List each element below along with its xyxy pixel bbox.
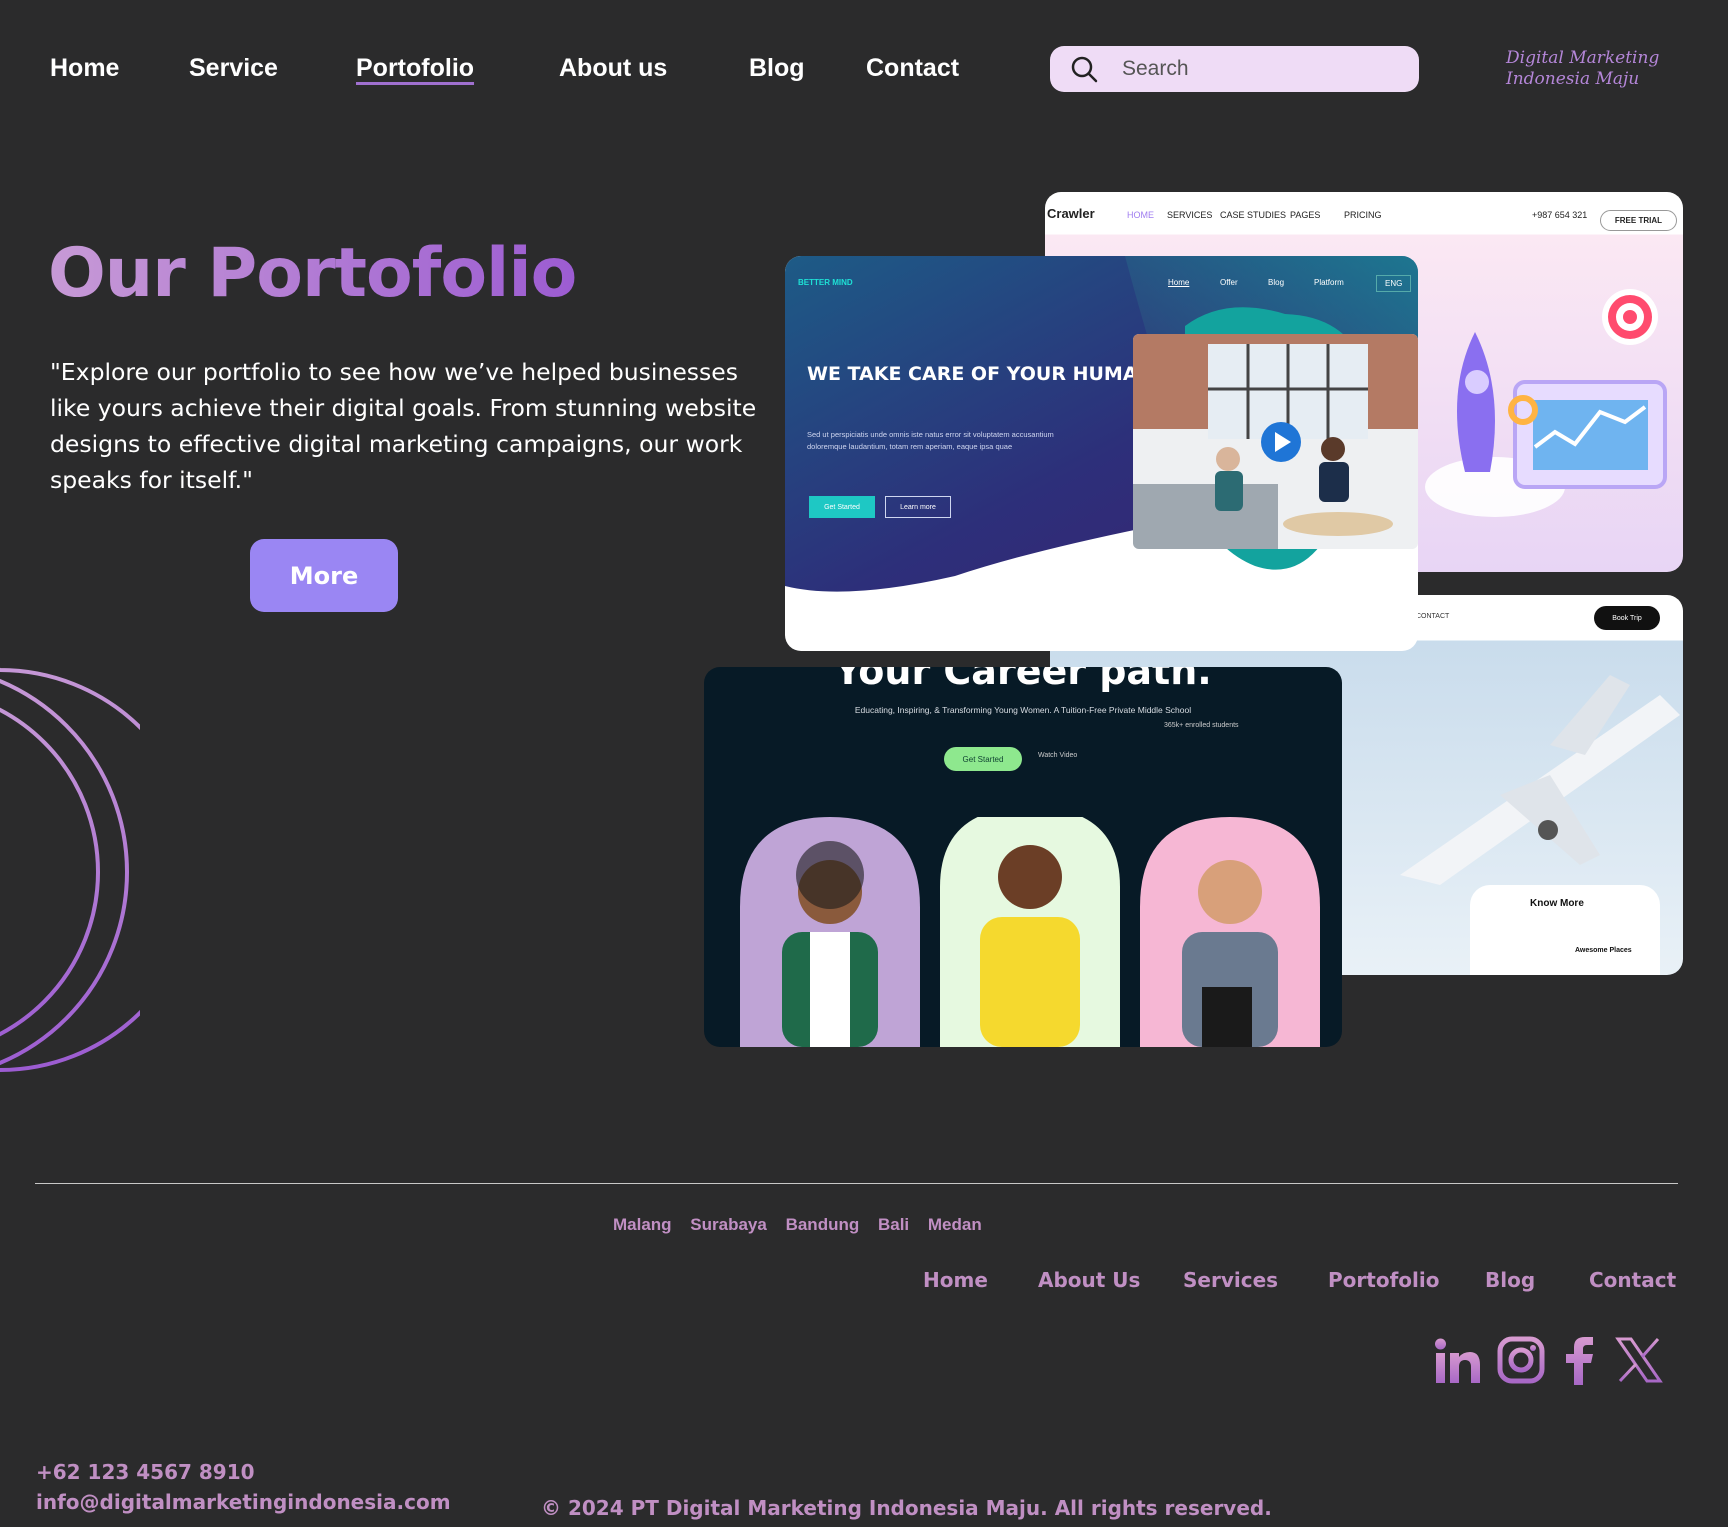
instagram-icon[interactable] — [1496, 1335, 1546, 1385]
crawler-brand: Crawler — [1047, 206, 1095, 221]
copyright: © 2024 PT Digital Marketing Indonesia Ma… — [541, 1496, 1272, 1520]
nav-service[interactable]: Service — [189, 54, 278, 83]
footer-link-contact[interactable]: Contact — [1589, 1268, 1676, 1292]
travel-contact-link: CONTACT — [1416, 613, 1450, 620]
footer-link-services[interactable]: Services — [1183, 1268, 1278, 1292]
nav-portofolio[interactable]: Portofolio — [356, 54, 474, 83]
students-illustration — [740, 817, 1320, 1047]
portfolio-better-mind-card[interactable]: BETTER MIND Home Offer Blog Platform ENG… — [785, 256, 1418, 651]
crawler-trial: FREE TRIAL — [1599, 210, 1677, 231]
career-subtext: Educating, Inspiring, & Transforming You… — [854, 705, 1192, 715]
city-bali: Bali — [877, 1215, 910, 1234]
search-icon — [1071, 56, 1098, 83]
better-mind-brand: BETTER MIND — [798, 278, 853, 287]
career-watch-video: Watch Video — [1038, 752, 1078, 759]
footer-link-about-us[interactable]: About Us — [1038, 1268, 1140, 1292]
crawler-link-pricing: PRICING — [1344, 210, 1382, 220]
better-mind-link-home: Home — [1168, 278, 1190, 287]
footer-link-home[interactable]: Home — [923, 1268, 988, 1292]
crawler-phone: +987 654 321 — [1532, 210, 1588, 220]
crawler-nav: Crawler HOME SERVICES CASE STUDIES PAGES… — [1047, 206, 1677, 231]
social-links — [1432, 1335, 1664, 1385]
page-title: Our Portofolio — [48, 234, 577, 313]
footer-link-blog[interactable]: Blog — [1485, 1268, 1535, 1292]
travel-know-more: Know More — [1530, 898, 1584, 909]
crawler-link-services: SERVICES — [1167, 210, 1213, 220]
airplane-illustration — [1400, 675, 1680, 885]
logo-line-2: Indonesia Maju — [1506, 69, 1640, 89]
better-mind-learn-more: Learn more — [885, 496, 951, 518]
career-enrolled: 365k+ enrolled students — [1164, 722, 1239, 729]
city-medan: Medan — [927, 1215, 982, 1234]
footer-divider — [35, 1183, 1678, 1184]
nav-contact[interactable]: Contact — [866, 54, 959, 83]
footer-cities: Malang Surabaya Bandung Bali Medan — [613, 1215, 996, 1235]
facebook-icon[interactable] — [1560, 1335, 1600, 1385]
search-input[interactable] — [1122, 57, 1372, 81]
footer-link-portofolio[interactable]: Portofolio — [1328, 1268, 1439, 1292]
better-mind-lang: ENG — [1376, 275, 1412, 292]
x-icon[interactable] — [1614, 1335, 1664, 1385]
brand-logo[interactable]: Digital Marketing Indonesia Maju — [1506, 48, 1659, 90]
office-photo — [1133, 334, 1418, 549]
better-mind-link-offer: Offer — [1220, 278, 1238, 287]
better-mind-get-started: Get Started — [809, 496, 875, 518]
city-malang: Malang — [613, 1215, 672, 1234]
linkedin-icon[interactable] — [1432, 1335, 1482, 1385]
city-bandung: Bandung — [785, 1215, 860, 1234]
contact-email[interactable]: info@digitalmarketingindonesia.com — [36, 1490, 451, 1514]
travel-awesome-places: Awesome Places — [1575, 947, 1632, 954]
contact-phone[interactable]: +62 123 4567 8910 — [36, 1460, 255, 1484]
search-bar[interactable] — [1050, 46, 1419, 92]
better-mind-link-platform: Platform — [1314, 278, 1344, 287]
portfolio-career-card[interactable]: Your Career path. Educating, Inspiring, … — [704, 667, 1342, 1047]
more-button[interactable]: More — [250, 539, 398, 612]
crawler-link-home: HOME — [1127, 210, 1154, 220]
hero-description: "Explore our portfolio to see how we’ve … — [50, 358, 757, 494]
crawler-link-case-studies: CASE STUDIES — [1220, 210, 1287, 220]
crawler-link-pages: PAGES — [1290, 210, 1321, 220]
city-surabaya: Surabaya — [690, 1215, 767, 1234]
better-mind-link-blog: Blog — [1268, 278, 1285, 287]
decorative-arcs — [0, 667, 140, 1072]
travel-book-button: Book Trip — [1594, 606, 1660, 630]
nav-blog[interactable]: Blog — [749, 54, 805, 83]
nav-about-us[interactable]: About us — [559, 54, 667, 83]
main-nav: Home Service Portofolio About us Blog Co… — [50, 44, 1690, 94]
better-mind-subtext: Sed ut perspiciatis unde omnis iste natu… — [807, 430, 1054, 451]
career-headline: Your Career path. — [834, 667, 1212, 693]
logo-line-1: Digital Marketing — [1506, 48, 1660, 68]
rocket-illustration — [1425, 289, 1667, 517]
nav-home[interactable]: Home — [50, 54, 119, 83]
career-get-started: Get Started — [944, 747, 1022, 771]
